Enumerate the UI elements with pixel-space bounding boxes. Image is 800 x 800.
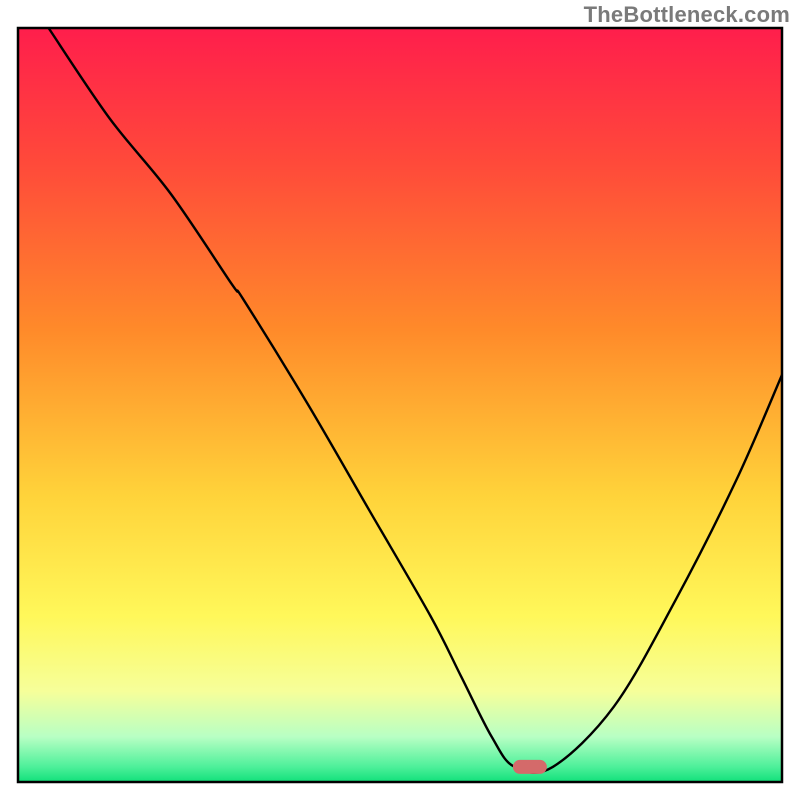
gradient-background <box>18 28 782 782</box>
optimal-marker <box>513 760 547 774</box>
chart-svg <box>0 0 800 800</box>
bottleneck-chart: TheBottleneck.com <box>0 0 800 800</box>
watermark-text: TheBottleneck.com <box>584 2 790 28</box>
